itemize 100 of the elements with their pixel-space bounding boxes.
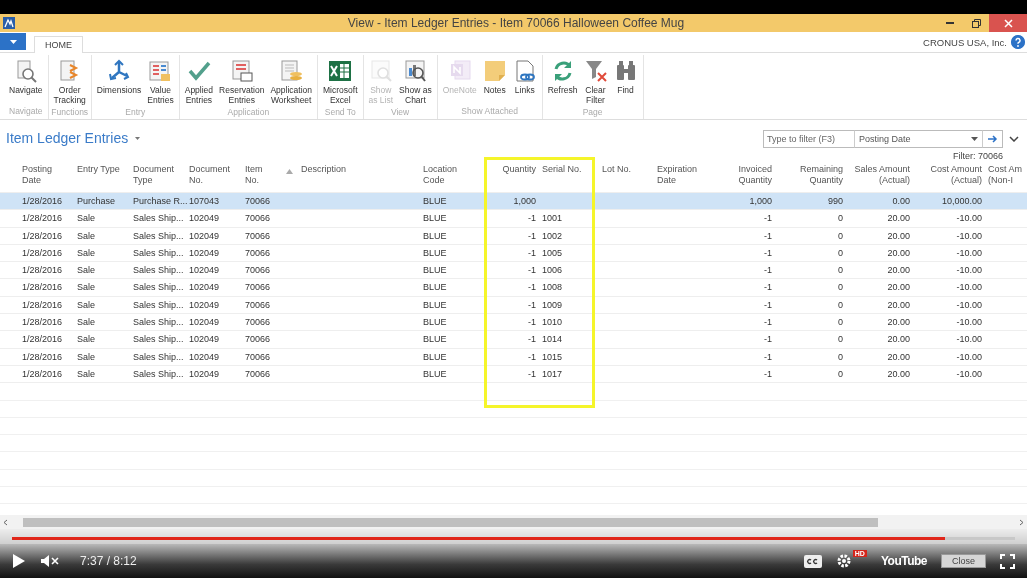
column-header[interactable]: Entry Type xyxy=(77,164,120,175)
table-cell: 1/28/2016 xyxy=(22,213,63,224)
table-cell: Sales Ship... xyxy=(133,230,184,241)
ribbon-button[interactable]: Microsoft Excel xyxy=(320,57,361,107)
horizontal-scrollbar[interactable] xyxy=(0,515,1027,529)
ribbon-button[interactable]: Find xyxy=(610,57,641,98)
table-cell: 1/28/2016 xyxy=(22,196,63,206)
table-cell: 1017 xyxy=(542,368,563,379)
close-text-button[interactable]: Close xyxy=(941,554,986,568)
table-cell: 0 xyxy=(838,265,843,276)
column-header[interactable]: Expiration Date xyxy=(657,164,698,186)
ribbon-button[interactable]: Links xyxy=(509,57,540,98)
ribbon-button[interactable]: Show as Chart xyxy=(396,57,435,107)
ribbon-tab[interactable]: HOME xyxy=(34,36,83,53)
table-cell: 0 xyxy=(838,213,843,224)
table-row[interactable]: 1/28/2016 Sale Sales Ship... 102049 70066 BLUE -1 1006 -1 0 20.00 -10.00 xyxy=(0,262,1027,280)
table-cell: 0 xyxy=(838,247,843,258)
table-cell: 70066 xyxy=(245,282,271,293)
column-header[interactable]: Item No. xyxy=(245,164,263,186)
table-cell: 102049 xyxy=(189,230,220,241)
app-menu-button[interactable] xyxy=(0,33,26,50)
table-document-icon xyxy=(148,59,173,83)
ribbon-button[interactable]: Clear Filter xyxy=(580,57,611,107)
help-icon[interactable] xyxy=(1011,35,1025,49)
column-header[interactable]: Document Type xyxy=(133,164,175,186)
table-cell: 1/28/2016 xyxy=(22,230,63,241)
youtube-logo[interactable]: YouTube xyxy=(880,554,927,568)
column-header[interactable]: Location Code xyxy=(423,164,458,186)
table-cell: -10.00 xyxy=(956,368,982,379)
ribbon-button[interactable]: Navigate xyxy=(6,57,46,98)
table-row[interactable]: 1/28/2016 Sale Sales Ship... 102049 70066 BLUE -1 1008 -1 0 20.00 -10.00 xyxy=(0,279,1027,297)
ribbon-button[interactable]: Applied Entries xyxy=(181,57,217,107)
table-cell: 1008 xyxy=(542,282,563,293)
table-cell: 70066 xyxy=(245,368,271,379)
column-header[interactable]: Sales Amount (Actual) xyxy=(854,164,910,186)
chevron-down-icon[interactable] xyxy=(1009,136,1019,142)
table-cell: 1/28/2016 xyxy=(22,368,63,379)
table-cell: 1009 xyxy=(542,299,563,310)
column-header[interactable]: Cost Amount (Actual) xyxy=(930,164,982,186)
chevron-left-icon[interactable] xyxy=(2,518,9,526)
table-cell: -10.00 xyxy=(956,334,982,345)
table-cell: BLUE xyxy=(423,299,447,310)
table-row[interactable]: 1/28/2016 Sale Sales Ship... 102049 70066 BLUE -1 1009 -1 0 20.00 -10.00 xyxy=(0,296,1027,315)
ribbon-button[interactable]: Value Entries xyxy=(144,57,177,107)
table-row[interactable]: 1/28/2016 Purchase Purchase R... 107043 70066 BLUE 1,000 1,000 990 0.00 10,000.00 xyxy=(0,193,1027,211)
table-row[interactable]: 1/28/2016 Sale Sales Ship... 102049 70066 BLUE -1 1005 -1 0 20.00 -10.00 xyxy=(0,244,1027,263)
column-header[interactable]: Invoiced Quantity xyxy=(738,164,772,186)
table-row[interactable]: 1/28/2016 Sale Sales Ship... 102049 70066 BLUE -1 1015 -1 0 20.00 -10.00 xyxy=(0,348,1027,366)
table-row[interactable]: 1/28/2016 Sale Sales Ship... 102049 70066 BLUE -1 1002 -1 0 20.00 -10.00 xyxy=(0,227,1027,245)
ribbon-button[interactable]: Notes xyxy=(479,57,510,98)
table-cell: Sale xyxy=(77,368,95,379)
table-cell: BLUE xyxy=(423,213,447,224)
column-header[interactable]: Remaining Quantity xyxy=(799,164,843,186)
table-cell: Sale xyxy=(77,351,95,362)
table-cell: Sale xyxy=(77,317,95,328)
column-header[interactable]: Serial No. xyxy=(542,164,582,175)
chevron-right-icon[interactable] xyxy=(1018,518,1025,526)
column-header[interactable]: Quantity xyxy=(502,164,536,175)
chart-search-icon xyxy=(403,59,428,83)
table-row[interactable]: 1/28/2016 Sale Sales Ship... 102049 70066 BLUE -1 1010 -1 0 20.00 -10.00 xyxy=(0,314,1027,332)
table-cell: Sales Ship... xyxy=(133,282,184,293)
settings-icon[interactable] xyxy=(835,553,852,569)
arrow-right-icon xyxy=(987,135,998,143)
ribbon-button[interactable]: Dimensions xyxy=(93,57,145,98)
column-header[interactable]: Lot No. xyxy=(602,164,632,175)
column-header[interactable]: Posting Date xyxy=(22,164,53,186)
table-cell: 20.00 xyxy=(887,351,910,362)
table-cell: 1010 xyxy=(542,317,563,328)
table-cell: 20.00 xyxy=(887,334,910,345)
table-row[interactable]: 1/28/2016 Sale Sales Ship... 102049 70066 BLUE -1 1001 -1 0 20.00 -10.00 xyxy=(0,210,1027,228)
table-cell: 0 xyxy=(838,334,843,345)
filter-field-dropdown[interactable]: Posting Date xyxy=(855,130,983,148)
table-cell: -1 xyxy=(528,351,536,362)
scrollbar-thumb[interactable] xyxy=(23,517,878,527)
table-cell: -1 xyxy=(764,299,772,310)
column-header[interactable]: Description xyxy=(301,164,347,175)
table-cell: 20.00 xyxy=(887,368,910,379)
ribbon-button[interactable]: Order Tracking xyxy=(50,57,89,107)
captions-icon[interactable] xyxy=(803,554,822,568)
caret-icon[interactable] xyxy=(134,136,142,141)
table-cell: 102049 xyxy=(189,368,220,379)
ribbon-button[interactable]: Refresh xyxy=(544,57,581,98)
mute-icon[interactable] xyxy=(40,554,60,568)
column-header[interactable]: Cost Am (Non-I xyxy=(988,164,1022,186)
table-cell: 0 xyxy=(838,368,843,379)
apply-filter-button[interactable] xyxy=(983,130,1003,148)
table-cell: -1 xyxy=(528,299,536,310)
table-cell: -10.00 xyxy=(956,351,982,362)
fullscreen-icon[interactable] xyxy=(1000,553,1015,569)
ribbon-button[interactable]: Reservation Entries xyxy=(216,57,268,107)
table-cell: 102049 xyxy=(189,351,220,362)
table-row[interactable]: 1/28/2016 Sale Sales Ship... 102049 70066 BLUE -1 1014 -1 0 20.00 -10.00 xyxy=(0,331,1027,349)
filter-input[interactable]: Type to filter (F3) xyxy=(763,130,855,148)
table-cell: 0 xyxy=(838,282,843,293)
table-cell: -1 xyxy=(528,334,536,345)
ribbon-button[interactable]: Application Worksheet xyxy=(267,57,316,107)
table-cell: -1 xyxy=(528,282,536,293)
table-row[interactable]: 1/28/2016 Sale Sales Ship... 102049 70066 BLUE -1 1017 -1 0 20.00 -10.00 xyxy=(0,365,1027,384)
play-icon[interactable] xyxy=(12,553,26,569)
column-header[interactable]: Document No. xyxy=(189,164,231,186)
